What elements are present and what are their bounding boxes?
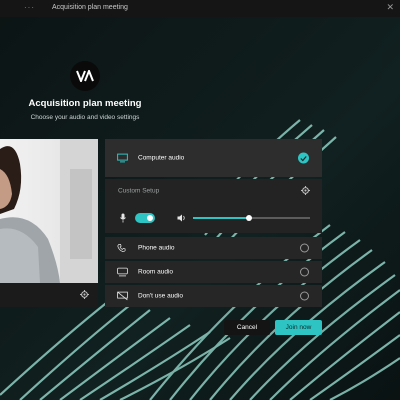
audio-option-radio[interactable]	[300, 243, 309, 253]
meeting-subtitle: Choose your audio and video settings	[30, 114, 140, 121]
microphone-icon	[120, 213, 126, 223]
cancel-button[interactable]: Cancel	[224, 320, 270, 335]
audio-settings-gear-icon[interactable]	[301, 186, 310, 195]
close-icon[interactable]: ✕	[386, 2, 394, 13]
audio-option-radio[interactable]	[300, 267, 309, 277]
custom-setup-row: Custom Setup	[105, 179, 322, 203]
va-logo-icon	[76, 70, 94, 82]
device-controls-row	[105, 203, 322, 233]
join-now-button[interactable]: Join now	[275, 320, 322, 335]
audio-option-label: Don't use audio	[138, 292, 183, 300]
checkmark-icon	[298, 152, 309, 164]
phone-icon	[117, 244, 126, 252]
no-audio-icon	[117, 291, 128, 301]
audio-option-label: Phone audio	[138, 244, 175, 252]
camera-feed-image	[0, 139, 98, 283]
audio-option-radio[interactable]	[300, 291, 309, 301]
audio-option-room[interactable]: Room audio	[105, 261, 322, 283]
audio-option-label: Computer audio	[138, 154, 185, 162]
video-controls-bar	[0, 283, 98, 307]
audio-option-label: Room audio	[138, 268, 174, 276]
audio-option-phone[interactable]: Phone audio	[105, 237, 322, 259]
window-menu-icon[interactable]: ···	[24, 3, 35, 12]
speaker-icon	[177, 214, 185, 222]
volume-slider-thumb[interactable]	[246, 214, 253, 221]
volume-slider-fill	[193, 217, 250, 219]
audio-option-computer[interactable]: Computer audio	[105, 139, 322, 177]
audio-option-none[interactable]: Don't use audio	[105, 285, 322, 307]
window-title-bar: ··· Acquisition plan meeting ✕	[0, 0, 400, 17]
room-icon	[117, 267, 128, 277]
custom-setup-label: Custom Setup	[118, 187, 160, 195]
window-title: Acquisition plan meeting	[52, 4, 128, 11]
monitor-icon	[117, 153, 128, 163]
video-settings-gear-icon[interactable]	[80, 290, 89, 299]
microphone-toggle[interactable]	[135, 213, 155, 223]
meeting-title: Acquisition plan meeting	[28, 98, 142, 109]
video-preview	[0, 139, 98, 283]
meeting-logo	[70, 61, 100, 91]
speaker-volume-slider[interactable]	[193, 214, 310, 221]
